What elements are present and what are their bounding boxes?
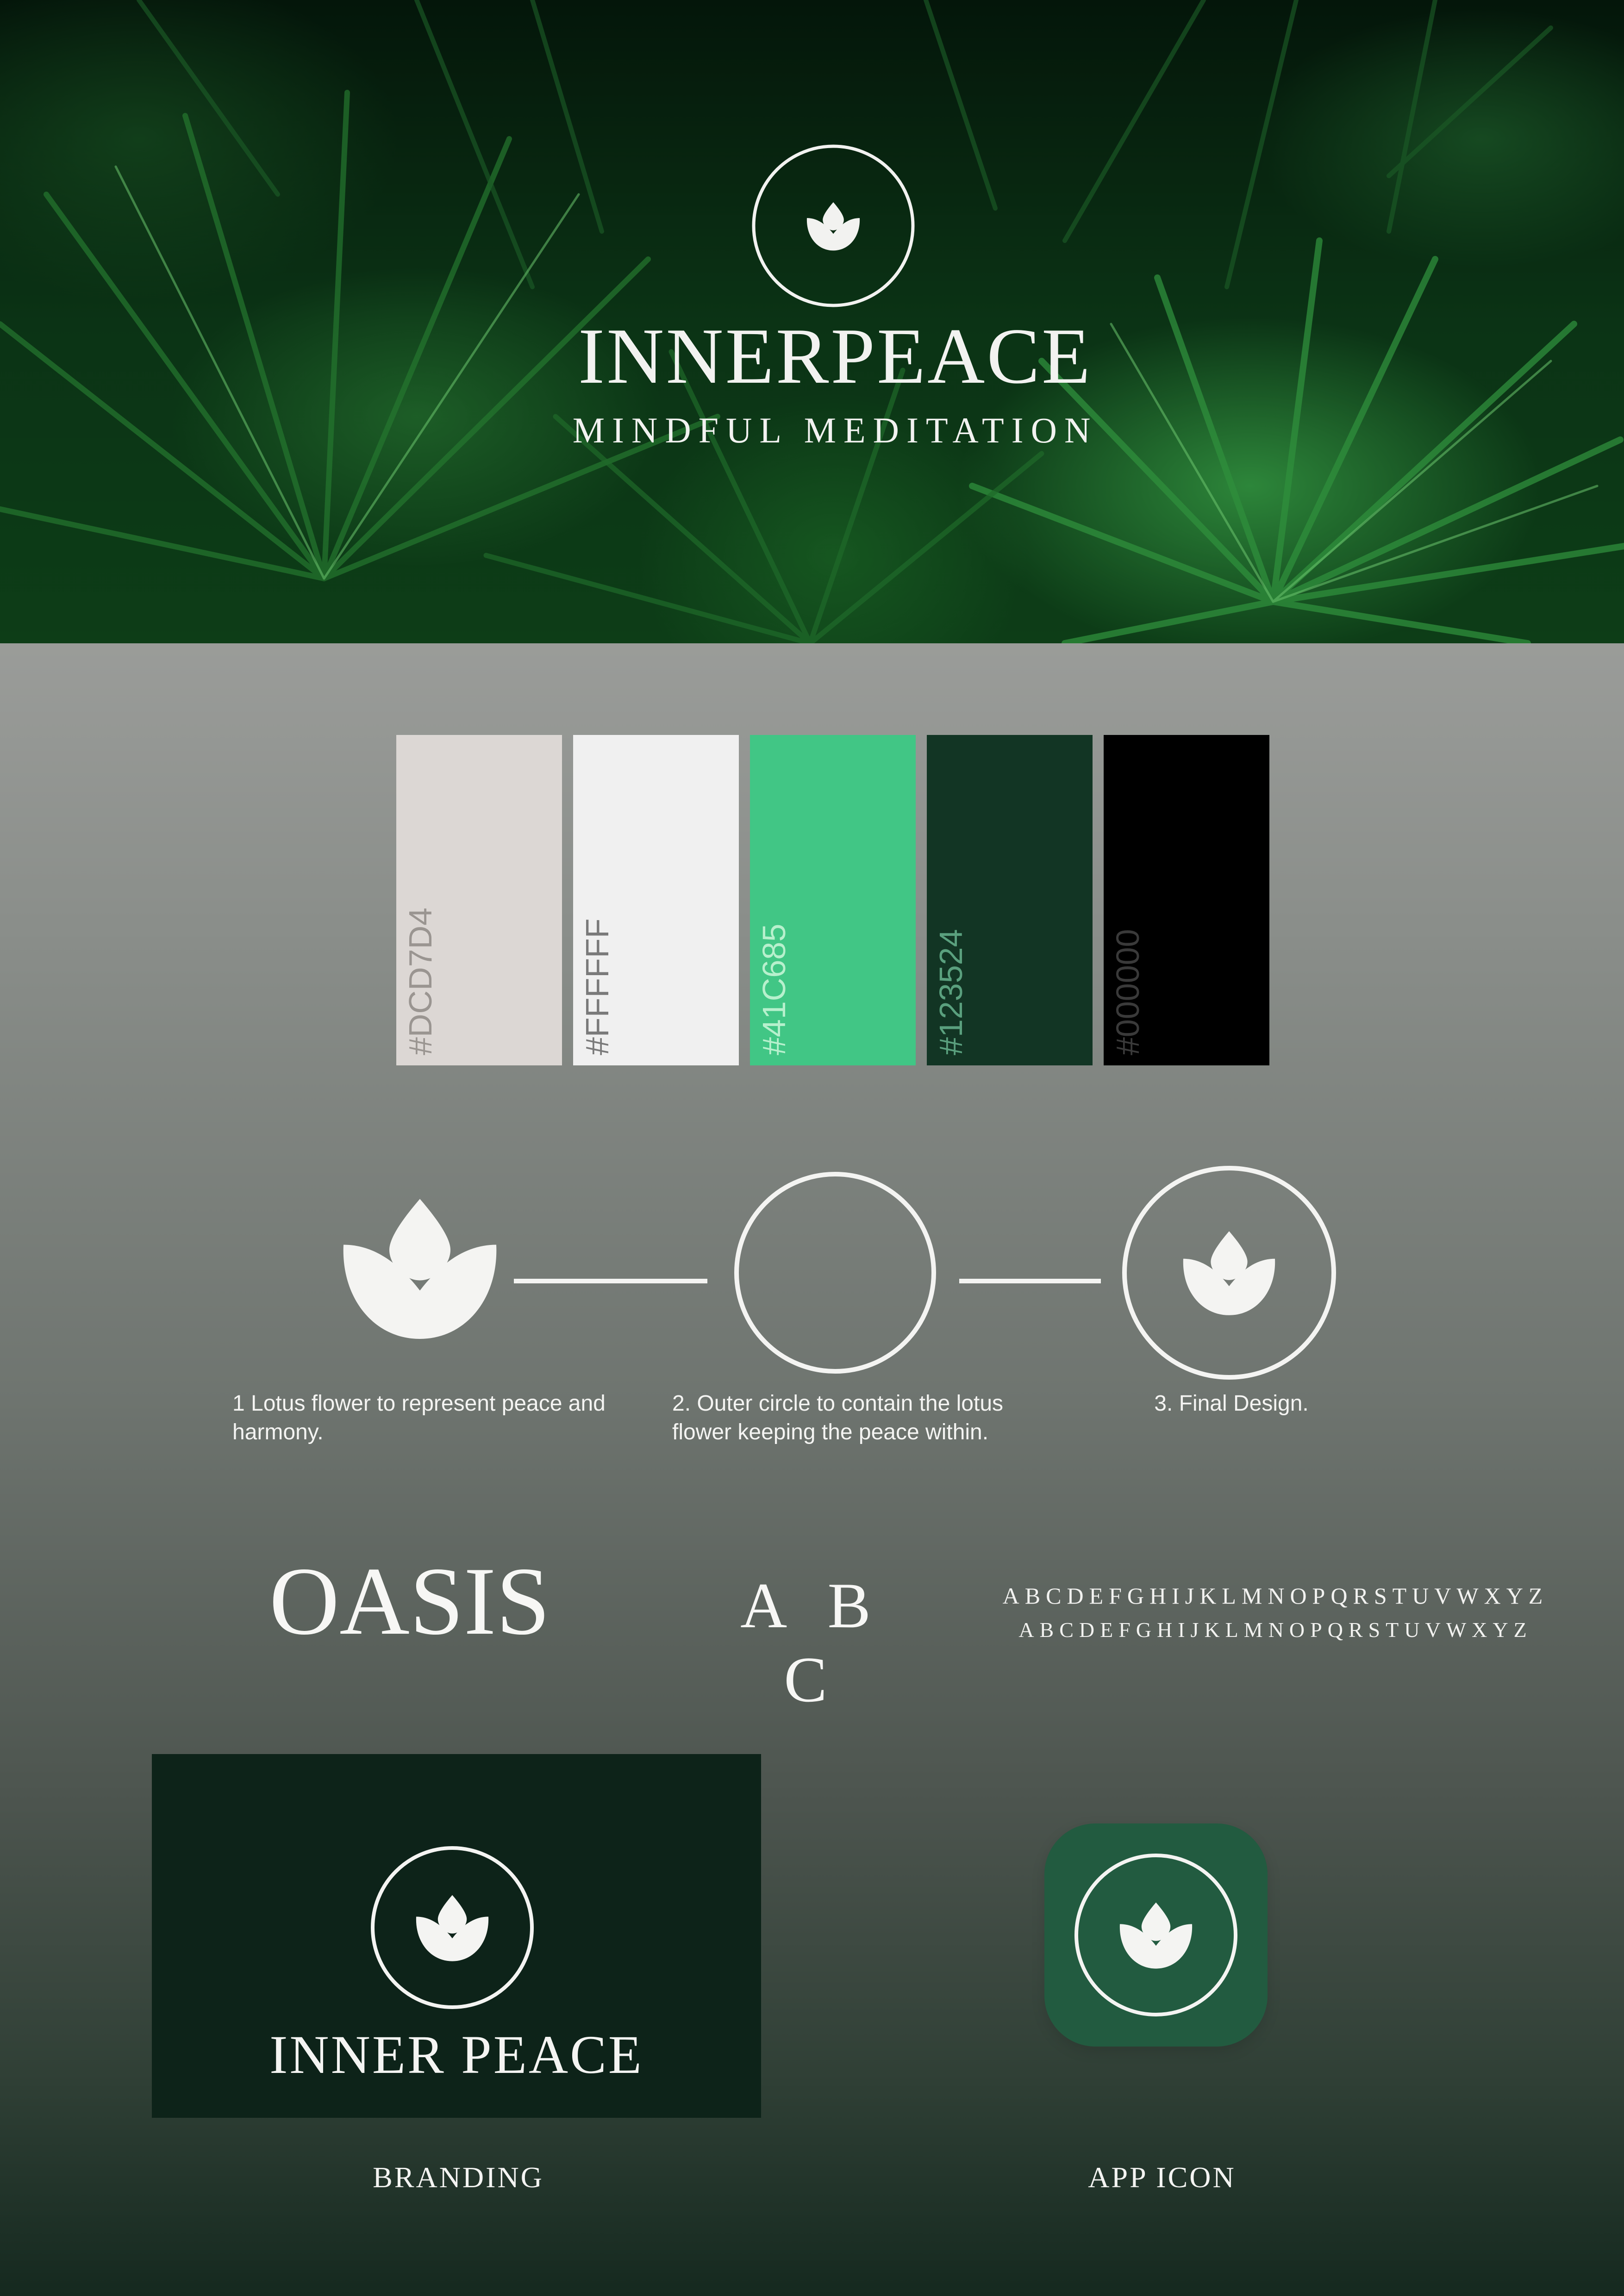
app-icon <box>1044 1823 1268 2047</box>
hero-title: INNERPEACE <box>578 312 1093 400</box>
color-swatch-code: #41C685 <box>756 923 792 1055</box>
final-logo-icon <box>1122 1166 1336 1380</box>
branding-logo-emblem <box>371 1846 534 2009</box>
color-swatch-code: #000000 <box>1110 929 1146 1055</box>
color-swatch: #FFFFFF <box>573 735 739 1065</box>
color-swatch: #123524 <box>927 735 1093 1065</box>
hero-logo-emblem <box>752 144 915 307</box>
branding-card-title: INNER PEACE <box>269 2024 643 2085</box>
step-2-caption: 2. Outer circle to contain the lotus flo… <box>672 1391 1004 1444</box>
outer-circle-icon <box>734 1172 936 1374</box>
color-swatch-code: #123524 <box>933 929 969 1055</box>
color-swatch: #41C685 <box>750 735 916 1065</box>
logo-construction-diagram <box>343 1166 1336 1380</box>
typeface-display-word: OASIS <box>269 1548 550 1655</box>
color-swatch-code: #DCD7D4 <box>402 908 438 1055</box>
branding-card: INNER PEACE <box>152 1754 761 2118</box>
color-swatch-code: #FFFFFF <box>579 918 615 1055</box>
step-1-caption: 1 Lotus flower to represent peace and ha… <box>232 1391 606 1444</box>
lotus-icon <box>1119 1902 1193 1969</box>
color-swatch: #000000 <box>1104 735 1269 1065</box>
hero-banner: INNERPEACE MINDFUL MEDITATION <box>0 0 1624 643</box>
lotus-icon <box>416 1895 489 1961</box>
branding-label: BRANDING <box>373 2161 544 2194</box>
app-icon-label: APP ICON <box>1088 2161 1236 2194</box>
lotus-icon <box>343 1199 497 1339</box>
alphabet-row-lower: ABCDEFGHIJKLMNOPQRSTUVWXYZ <box>1018 1618 1532 1642</box>
typeface-sample-letters: A B C <box>740 1570 885 1716</box>
lotus-icon <box>806 202 860 251</box>
app-icon-emblem <box>1074 1854 1237 2016</box>
step-3-caption: 3. Final Design. <box>1154 1391 1309 1416</box>
alphabet-row-upper: ABCDEFGHIJKLMNOPQRSTUVWXYZ <box>1002 1583 1549 1609</box>
color-swatch: #DCD7D4 <box>396 735 562 1065</box>
hero-subtitle: MINDFUL MEDITATION <box>572 410 1098 450</box>
